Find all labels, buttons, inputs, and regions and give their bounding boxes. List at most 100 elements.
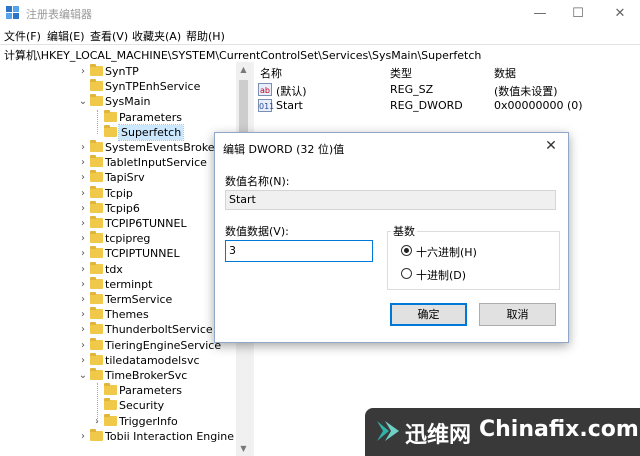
folder-icon xyxy=(90,276,103,289)
tree-item-label: Tobii Interaction Engine xyxy=(105,429,235,443)
header-type[interactable]: 类型 xyxy=(390,65,412,81)
folder-icon xyxy=(104,398,117,411)
folder-icon xyxy=(90,79,103,92)
header-data[interactable]: 数据 xyxy=(494,65,516,81)
decimal-radio-label[interactable]: 十进制(D) xyxy=(416,267,466,283)
cancel-button[interactable]: 取消 xyxy=(479,303,556,326)
tree-item-label: Parameters xyxy=(119,110,182,124)
tree-item[interactable]: SynTPEnhService xyxy=(0,79,236,94)
hex-radio[interactable] xyxy=(401,245,412,256)
chinafix-logo-icon xyxy=(377,421,399,441)
tree-item[interactable]: › TermService xyxy=(0,292,236,307)
folder-icon xyxy=(90,292,103,304)
tree-item[interactable]: › TCPIP6TUNNEL xyxy=(0,216,236,231)
expand-chevron-icon[interactable]: › xyxy=(78,353,88,368)
address-bar[interactable]: 计算机\HKEY_LOCAL_MACHINE\SYSTEM\CurrentCon… xyxy=(0,44,640,64)
value-data: (数值未设置) xyxy=(494,85,558,98)
value-name-field: Start xyxy=(225,190,556,210)
tree-item[interactable]: Security xyxy=(0,398,236,413)
expand-chevron-icon[interactable]: › xyxy=(78,262,88,277)
tree-item[interactable]: › TCPIPTUNNEL xyxy=(0,246,236,261)
header-name[interactable]: 名称 xyxy=(260,65,282,81)
folder-icon xyxy=(104,383,117,396)
dialog-close-button[interactable]: ✕ xyxy=(542,137,560,155)
expand-chevron-icon[interactable]: › xyxy=(78,322,88,337)
tree-item-label: Security xyxy=(119,399,165,413)
minimize-button[interactable]: — xyxy=(520,0,560,27)
tree-item[interactable]: ⌄ SysMain xyxy=(0,94,236,109)
tree-item[interactable]: › tcpipreg xyxy=(0,231,236,246)
folder-icon xyxy=(90,307,103,320)
tree-item[interactable]: › Themes xyxy=(0,307,236,322)
menu-edit[interactable]: 编辑(E) xyxy=(47,28,85,44)
expand-chevron-icon[interactable]: › xyxy=(78,292,88,307)
value-data: 0x00000000 (0) xyxy=(494,99,583,112)
menu-view[interactable]: 查看(V) xyxy=(90,28,128,44)
folder-icon xyxy=(104,413,117,426)
tree-item[interactable]: › TriggerInfo xyxy=(0,413,236,429)
tree-item[interactable]: › ThunderboltService xyxy=(0,322,236,337)
tree-item[interactable]: › TapiSrv xyxy=(0,170,236,185)
tree-item[interactable]: › TabletInputService xyxy=(0,155,236,170)
value-type: REG_DWORD xyxy=(390,99,463,112)
tree-item-label: tcpipreg xyxy=(105,232,151,246)
expand-chevron-icon[interactable]: › xyxy=(78,429,88,444)
expand-chevron-icon[interactable]: › xyxy=(78,155,88,170)
folder-icon xyxy=(90,200,103,213)
tree-item[interactable]: Parameters xyxy=(0,383,236,398)
tree-item[interactable]: › terminpt xyxy=(0,276,236,292)
decimal-radio[interactable] xyxy=(401,268,412,279)
collapse-chevron-icon[interactable]: ⌄ xyxy=(78,94,88,109)
base-label: 基数 xyxy=(391,223,417,239)
value-name: (默认) xyxy=(276,85,307,98)
expand-chevron-icon[interactable]: › xyxy=(78,186,88,201)
tree-item[interactable]: › Tcpip xyxy=(0,185,236,201)
menu-file[interactable]: 文件(F) xyxy=(4,28,41,44)
value-row[interactable]: 011 Start REG_DWORD 0x00000000 (0) xyxy=(254,98,640,114)
expand-chevron-icon[interactable]: › xyxy=(78,307,88,322)
tree-item[interactable]: Superfetch xyxy=(0,123,236,141)
menu-help[interactable]: 帮助(H) xyxy=(186,28,225,44)
value-data-input[interactable]: 3 xyxy=(225,240,373,262)
expand-chevron-icon[interactable]: › xyxy=(78,277,88,292)
tree-item[interactable]: Parameters xyxy=(0,109,236,125)
string-value-icon: ab xyxy=(258,83,272,96)
dialog-title: 编辑 DWORD (32 位)值 xyxy=(223,143,345,156)
menu-favorites[interactable]: 收藏夹(A) xyxy=(132,28,181,44)
tree-item-label: TriggerInfo xyxy=(119,414,178,428)
maximize-button[interactable]: ☐ xyxy=(558,0,598,27)
tree-item[interactable]: › tdx xyxy=(0,261,236,277)
expand-chevron-icon[interactable]: › xyxy=(78,246,88,261)
tree-item[interactable]: › tiledatamodelsvc xyxy=(0,352,236,368)
ok-button[interactable]: 确定 xyxy=(390,303,467,326)
close-button[interactable]: ✕ xyxy=(600,0,640,27)
value-row[interactable]: ab (默认) REG_SZ (数值未设置) xyxy=(254,82,640,98)
window-title: 注册表编辑器 xyxy=(26,8,92,21)
folder-icon xyxy=(90,337,103,350)
expand-chevron-icon[interactable]: › xyxy=(78,170,88,185)
expand-chevron-icon[interactable]: › xyxy=(78,64,88,79)
expand-chevron-icon[interactable]: › xyxy=(78,140,88,155)
tree-item-label: Themes xyxy=(105,308,149,322)
expand-chevron-icon[interactable]: › xyxy=(78,231,88,246)
folder-icon xyxy=(90,64,103,76)
tree-item[interactable]: › TieringEngineService xyxy=(0,337,236,353)
expand-chevron-icon[interactable]: › xyxy=(78,216,88,231)
tree-item[interactable]: › SynTP xyxy=(0,64,236,79)
scroll-up-icon[interactable]: ▲ xyxy=(236,62,251,77)
tree-item-label: Tcpip xyxy=(105,186,133,200)
tree-item[interactable]: › Tobii Interaction Engine xyxy=(0,428,236,444)
expand-chevron-icon[interactable]: › xyxy=(78,201,88,216)
hex-radio-label[interactable]: 十六进制(H) xyxy=(416,244,477,260)
scroll-thumb[interactable] xyxy=(239,80,248,138)
folder-icon xyxy=(90,155,103,168)
tree-item-label: terminpt xyxy=(105,277,153,291)
tree-item[interactable]: › Tcpip6 xyxy=(0,200,236,216)
tree-item-label: SystemEventsBroker xyxy=(105,141,220,154)
tree-item[interactable]: ⌄ TimeBrokerSvc xyxy=(0,368,236,383)
expand-chevron-icon[interactable]: › xyxy=(78,338,88,353)
folder-icon xyxy=(90,94,103,107)
collapse-chevron-icon[interactable]: ⌄ xyxy=(78,368,88,383)
tree-item[interactable]: › SystemEventsBroker xyxy=(0,140,236,155)
scroll-down-icon[interactable]: ▼ xyxy=(236,441,251,456)
